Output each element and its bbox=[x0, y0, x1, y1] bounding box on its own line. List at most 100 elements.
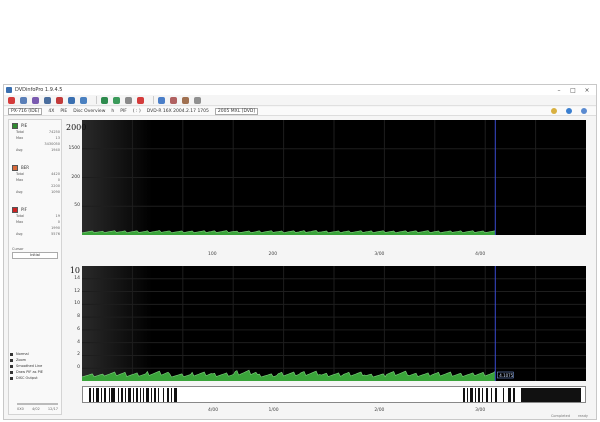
legend-name: BER bbox=[21, 165, 30, 170]
cursor-value[interactable]: Initial bbox=[12, 252, 58, 259]
globe-icon[interactable] bbox=[113, 96, 120, 104]
x-tick-label: 3/00 bbox=[475, 408, 486, 413]
pie-chart-svg bbox=[82, 120, 586, 235]
x-tick-label: 1/00 bbox=[268, 408, 279, 413]
option-row[interactable]: DISC Output bbox=[10, 375, 43, 381]
map-bar bbox=[104, 388, 106, 402]
map-bar bbox=[136, 388, 138, 402]
x-tick-label: 2/00 bbox=[374, 408, 385, 413]
checkbox-icon[interactable] bbox=[10, 364, 13, 368]
window-controls: – □ × bbox=[552, 85, 594, 95]
legend-pie: PIE Total 74250 Max 13 3430050 Avg 1940 bbox=[12, 122, 60, 153]
map-bar bbox=[111, 388, 115, 402]
flag-icon[interactable] bbox=[182, 96, 189, 104]
legend-name: PIE bbox=[21, 123, 28, 128]
pif-chart-svg: 4.1075 bbox=[82, 266, 586, 381]
map-bar bbox=[128, 388, 131, 402]
radio-icon[interactable] bbox=[10, 352, 13, 356]
sidebar-footer: 0X0 4/02 12/17 bbox=[17, 403, 58, 411]
disc-icon[interactable] bbox=[44, 96, 51, 104]
map-bar bbox=[89, 388, 91, 402]
y-tick-label: 200 bbox=[71, 174, 80, 180]
main-toolbar bbox=[4, 95, 596, 106]
map-bar bbox=[146, 388, 149, 402]
title-bar: DVDinfoPro 1.9.4.5 – □ × bbox=[4, 85, 596, 95]
stat-row: Avg 1940 bbox=[16, 148, 60, 152]
eject-icon[interactable] bbox=[56, 96, 63, 104]
disc-map-strip bbox=[82, 386, 586, 403]
map-bar bbox=[467, 388, 468, 402]
info-bar: PX-716 (IDE) 4X PIE Disc Overview h PIF … bbox=[4, 107, 596, 116]
y-tick-label: 10 bbox=[74, 301, 80, 307]
status-bar: Completed ready bbox=[4, 414, 596, 419]
map-bar bbox=[140, 388, 141, 402]
info-icon[interactable] bbox=[68, 96, 75, 104]
y-tick-label: 50 bbox=[74, 203, 80, 209]
warning-icon[interactable] bbox=[551, 108, 557, 114]
settings-icon[interactable] bbox=[581, 108, 587, 114]
minimize-button[interactable]: – bbox=[552, 87, 566, 94]
pie-swatch[interactable] bbox=[12, 122, 18, 129]
legend-ber: BER Total 4420 Max 0 2200 Avg 1090 bbox=[12, 164, 60, 195]
ber-swatch[interactable] bbox=[12, 164, 18, 171]
x-tick-label: 100 bbox=[208, 252, 217, 257]
display-options: Normal Zoom Smoothed Line Draw PIF as PI… bbox=[10, 351, 43, 381]
media-id: 2005 MXL [DVD] bbox=[214, 107, 259, 115]
question-icon[interactable] bbox=[158, 96, 165, 104]
pie-label: PIE bbox=[60, 108, 68, 114]
maximize-button[interactable]: □ bbox=[566, 87, 580, 94]
sidebar-slider[interactable] bbox=[17, 403, 58, 405]
map-bar bbox=[478, 388, 480, 402]
cursor-tag: 4.1075 bbox=[499, 373, 513, 378]
map-bar bbox=[174, 388, 177, 402]
checkbox-icon[interactable] bbox=[10, 370, 13, 374]
map-bar bbox=[93, 388, 94, 402]
y-tick-label: 6 bbox=[77, 326, 80, 332]
toolbar-separator bbox=[153, 96, 154, 104]
map-bar bbox=[121, 388, 123, 402]
speed-value[interactable]: 4X bbox=[48, 109, 54, 114]
wand-icon[interactable] bbox=[32, 96, 39, 104]
help-icon[interactable] bbox=[566, 108, 572, 114]
footer-left: 0X0 bbox=[17, 407, 24, 411]
stop-icon[interactable] bbox=[8, 96, 15, 104]
y-tick-label: 1500 bbox=[68, 145, 80, 151]
lock-icon[interactable] bbox=[170, 96, 177, 104]
mode-label: Disc Overview bbox=[73, 108, 106, 114]
map-bar bbox=[482, 388, 483, 402]
map-bar bbox=[508, 388, 511, 402]
legend-name: PIF bbox=[21, 207, 27, 212]
cursor-block: Cursor Initial bbox=[12, 247, 58, 259]
wrench-icon[interactable] bbox=[20, 96, 27, 104]
separator-glyph: h bbox=[111, 108, 115, 114]
footer-value2: 12/17 bbox=[47, 407, 58, 411]
pif-swatch[interactable] bbox=[12, 206, 18, 213]
map-bar bbox=[109, 388, 110, 402]
x-tick-label: 4/00 bbox=[475, 252, 486, 257]
chip-icon[interactable] bbox=[194, 96, 201, 104]
y-tick-label: 8 bbox=[77, 314, 80, 320]
map-bar bbox=[491, 388, 492, 402]
chart-fade bbox=[82, 266, 152, 381]
close-button[interactable]: × bbox=[580, 87, 594, 94]
map-bar bbox=[503, 388, 504, 402]
arrow-icon[interactable] bbox=[80, 96, 87, 104]
radio-icon[interactable] bbox=[10, 358, 13, 362]
drive-selector[interactable]: PX-716 (IDE) bbox=[8, 107, 43, 115]
range-label: ( : ) bbox=[132, 108, 141, 114]
close-icon[interactable] bbox=[137, 96, 144, 104]
map-bar bbox=[154, 388, 156, 402]
map-bar bbox=[133, 388, 134, 402]
x-tick-label: 4/00 bbox=[208, 408, 219, 413]
map-bar bbox=[118, 388, 119, 402]
legend-pif: PIF Total 19 Max 0 1990 Avg 5576 bbox=[12, 206, 60, 237]
gear-icon[interactable] bbox=[125, 96, 132, 104]
pie-chart-panel[interactable] bbox=[82, 120, 586, 235]
map-bar bbox=[163, 388, 164, 402]
map-bar bbox=[470, 388, 473, 402]
refresh-icon[interactable] bbox=[101, 96, 108, 104]
window-title: DVDinfoPro 1.9.4.5 bbox=[15, 87, 63, 93]
checkbox-icon[interactable] bbox=[10, 376, 13, 380]
pif-chart-panel[interactable]: 4.1075 bbox=[82, 266, 586, 381]
y-tick-label: 14 bbox=[74, 275, 80, 281]
